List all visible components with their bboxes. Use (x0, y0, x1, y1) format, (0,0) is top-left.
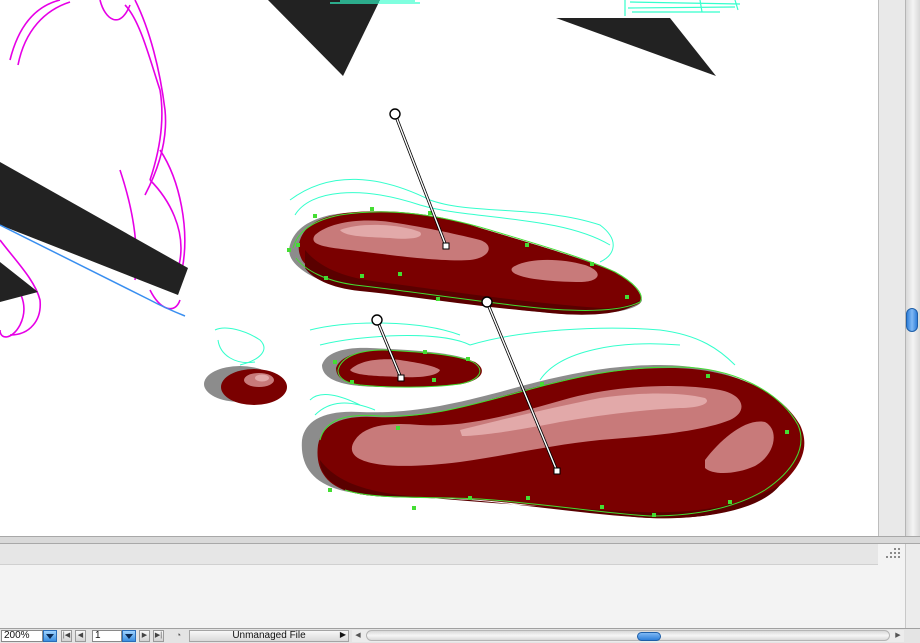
artboard-number-field[interactable]: 1 (92, 630, 122, 642)
horizontal-scroll-thumb[interactable] (637, 632, 661, 641)
scroll-right-button[interactable]: ▶ (892, 630, 904, 641)
next-artboard-button[interactable]: ▶ (139, 630, 150, 642)
black-triangle-left[interactable] (268, 0, 380, 76)
horizontal-scrollbar[interactable]: ◀ ▶ (352, 630, 904, 642)
panel-header (0, 544, 878, 565)
file-status-label[interactable]: Unmanaged File (189, 630, 349, 642)
status-bar: 200% |◀ ◀ 1 ▶ ▶| ◔ Unmanaged File ▶ ◀ ▶ (0, 628, 920, 643)
scroll-left-button[interactable]: ◀ (352, 630, 364, 641)
zoom-level-field[interactable]: 200% (1, 630, 43, 642)
document-icon[interactable]: ◔ (172, 630, 185, 642)
puddle-large-top[interactable] (289, 211, 642, 315)
black-triangle-right[interactable] (556, 18, 716, 76)
chevron-down-icon (125, 634, 133, 639)
chevron-down-icon (46, 634, 54, 639)
grip-icon[interactable] (880, 546, 902, 562)
file-status-menu-icon[interactable]: ▶ (338, 630, 348, 642)
zoom-dropdown-button[interactable] (43, 630, 57, 642)
horizontal-scroll-track[interactable] (366, 630, 890, 641)
vertical-scrollbar[interactable] (878, 0, 920, 536)
puddle-large-bottom[interactable] (301, 365, 805, 519)
vertical-scroll-track[interactable] (905, 0, 920, 536)
artboard-dropdown-button[interactable] (122, 630, 136, 642)
puddle-small[interactable] (204, 366, 287, 405)
last-artboard-button[interactable]: ▶| (153, 630, 164, 642)
panel-side-strip (905, 544, 920, 628)
artwork (0, 0, 805, 519)
first-artboard-button[interactable]: |◀ (61, 630, 72, 642)
bottom-panel (0, 544, 920, 628)
previous-artboard-button[interactable]: ◀ (75, 630, 86, 642)
vertical-scroll-thumb[interactable] (906, 308, 918, 332)
cyan-sketch-top (330, 0, 741, 16)
panel-divider[interactable] (0, 536, 920, 544)
artboard-canvas[interactable] (0, 0, 878, 536)
